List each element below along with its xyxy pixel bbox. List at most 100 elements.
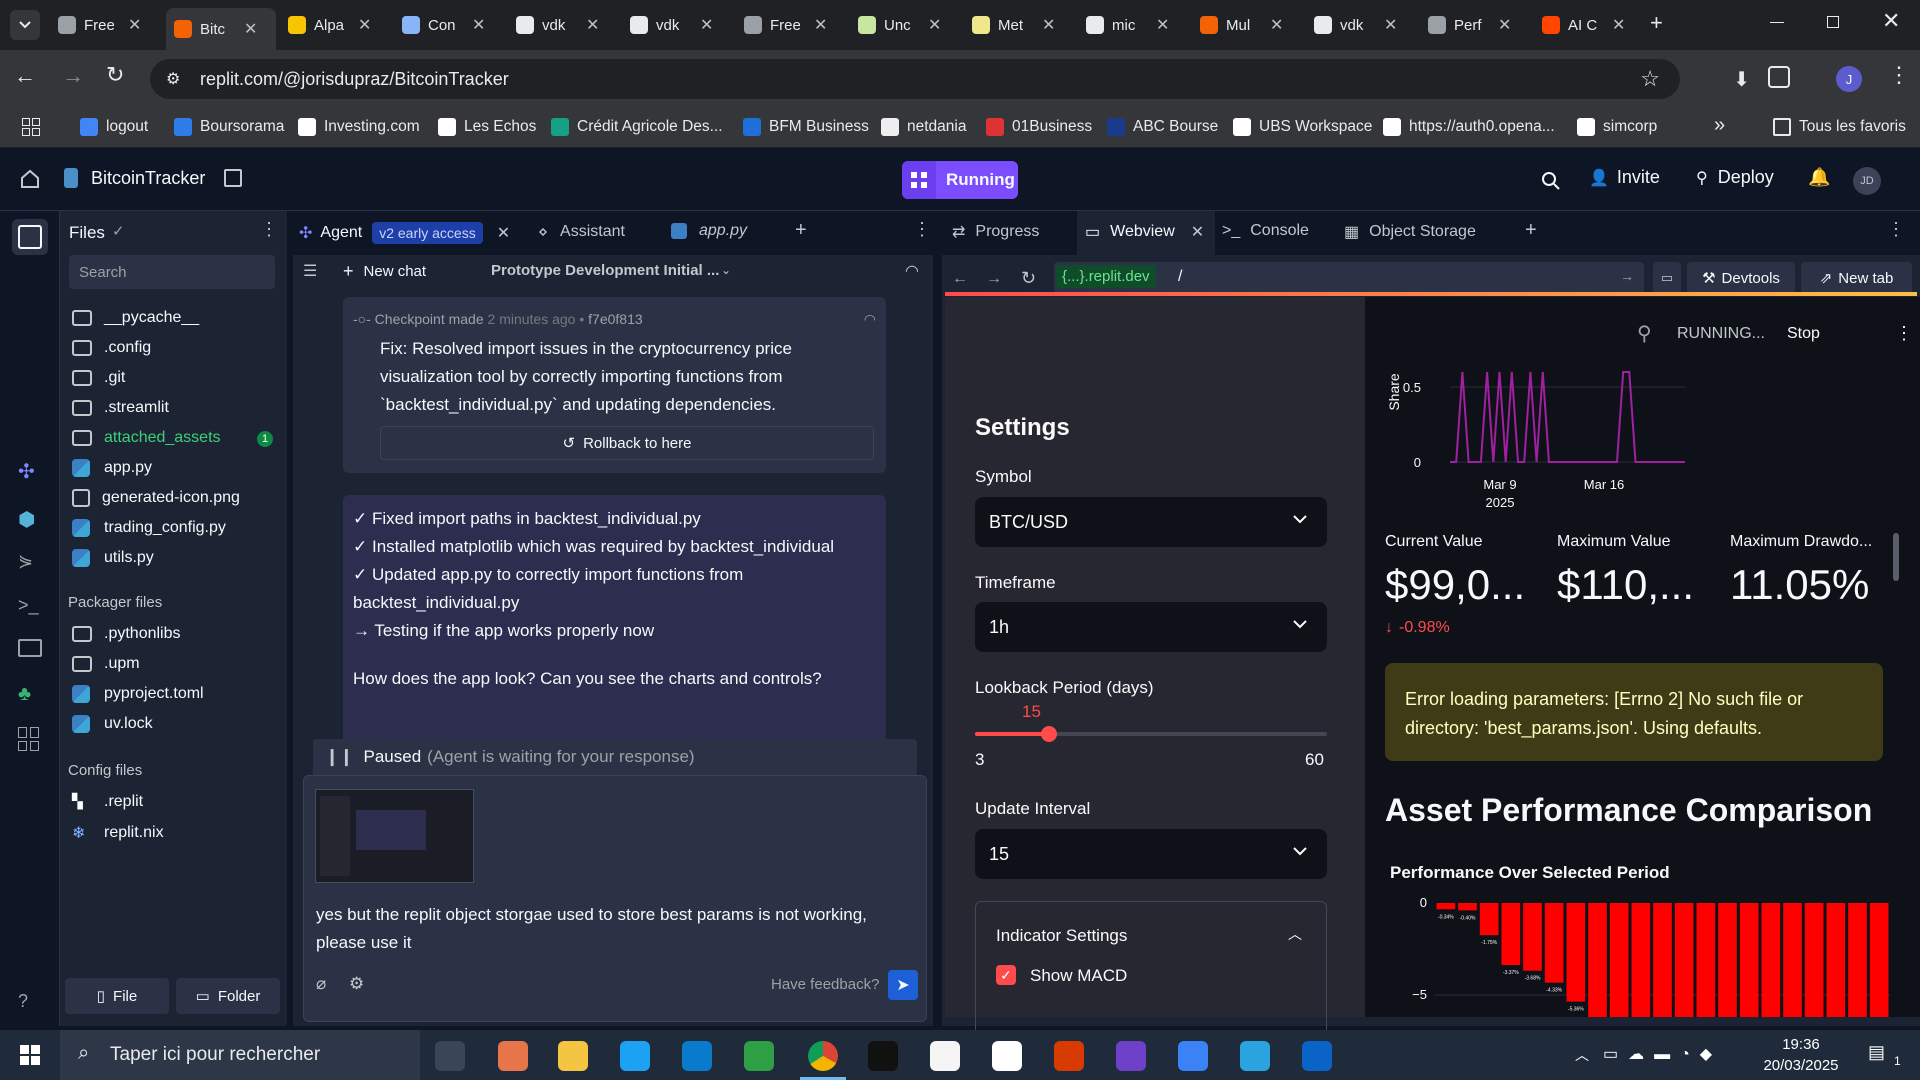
timeframe-select[interactable]: 1h (975, 602, 1327, 652)
bookmark-item[interactable]: netdania (881, 118, 966, 136)
file-tree-item[interactable]: generated-icon.png (72, 489, 240, 507)
add-tab-icon[interactable]: + (795, 219, 807, 242)
attach-paperclip-icon[interactable]: ⌀ (316, 974, 326, 994)
more-bookmarks-icon[interactable]: » (1714, 114, 1725, 137)
browser-tab[interactable]: Met ✕ (964, 8, 1074, 42)
file-tree-item[interactable]: __pycache__ (72, 309, 199, 327)
tab-agent[interactable]: ✣ Agent v2 early access ✕ (299, 222, 510, 244)
browser-tab[interactable]: Bitc ✕ (166, 8, 276, 50)
file-tree-item[interactable]: .upm (72, 655, 140, 673)
clock-time[interactable]: 19:36 (1766, 1036, 1836, 1053)
address-bar[interactable]: ⚙ replit.com/@jorisdupraz/BitcoinTracker… (150, 59, 1750, 99)
close-tab-icon[interactable]: ✕ (1042, 15, 1055, 35)
settings-gear-icon[interactable]: ⚙ (349, 974, 364, 994)
deploy-button[interactable]: ⚲ Deploy (1696, 167, 1774, 188)
file-tree-item[interactable]: app.py (72, 459, 152, 477)
close-tab-icon[interactable]: ✕ (128, 15, 141, 35)
claude-app-icon[interactable] (498, 1041, 528, 1071)
close-tab-icon[interactable]: ✕ (244, 19, 257, 39)
github-desktop-icon[interactable] (992, 1041, 1022, 1071)
close-tab-icon[interactable]: ✕ (1384, 15, 1397, 35)
github-icon[interactable] (1116, 1041, 1146, 1071)
tab-search-button[interactable] (10, 10, 40, 40)
search-input[interactable]: Search (69, 255, 275, 289)
terminal-app-icon[interactable] (744, 1041, 774, 1071)
file-tree-item[interactable]: pyproject.toml (72, 685, 204, 703)
bookmark-item[interactable]: ABC Bourse (1107, 118, 1218, 136)
attached-screenshot-thumbnail[interactable] (315, 789, 474, 883)
new-file-button[interactable]: ▯ File (65, 978, 169, 1014)
device-toggle-icon[interactable]: ▭ (1653, 262, 1681, 294)
project-name[interactable]: BitcoinTracker (91, 168, 205, 189)
close-tab-icon[interactable]: ✕ (1498, 15, 1511, 35)
chat-title-chevron-icon[interactable]: ⌄ (721, 263, 731, 277)
history-list-icon[interactable]: ☰ (303, 261, 317, 281)
file-tree-item[interactable]: trading_config.py (72, 519, 226, 537)
browser-tab[interactable]: Alpa ✕ (280, 8, 390, 42)
bookmark-item[interactable]: simcorp (1577, 118, 1657, 136)
new-chat-button[interactable]: + New chat (343, 261, 426, 282)
close-tab-icon[interactable]: ✕ (586, 15, 599, 35)
project-info-icon[interactable] (224, 169, 242, 187)
bookmark-item[interactable]: Crédit Agricole Des... (551, 118, 723, 136)
close-tab-icon[interactable]: ✕ (358, 15, 371, 35)
file-tree-item[interactable]: uv.lock (72, 715, 153, 733)
task-view-icon[interactable] (435, 1041, 465, 1071)
close-tab-icon[interactable]: ✕ (1191, 222, 1204, 242)
browser-tab[interactable]: AI C ✕ (1534, 8, 1644, 42)
file-tree-item[interactable]: .config (72, 339, 151, 357)
office-365-icon[interactable] (1054, 1041, 1084, 1071)
message-input-area[interactable]: yes but the replit object storgae used t… (303, 775, 927, 1022)
new-folder-button[interactable]: ▭ Folder (176, 978, 280, 1014)
tab-app-py[interactable]: app.py (671, 222, 747, 240)
webview-reload-icon[interactable]: ↻ (1021, 268, 1036, 289)
browser-tab[interactable]: Free ✕ (50, 8, 160, 42)
cursor-app-icon[interactable] (868, 1041, 898, 1071)
chrome-menu-icon[interactable]: ⋮ (1888, 62, 1910, 88)
copilot-app-icon[interactable] (1178, 1041, 1208, 1071)
tab-assistant[interactable]: ⋄ Assistant (538, 222, 625, 242)
streamlit-menu-icon[interactable]: ⋮ (1895, 323, 1913, 344)
close-tab-icon[interactable]: ✕ (814, 15, 827, 35)
checkpoint-gauge-icon[interactable]: ◠ (864, 311, 876, 328)
browser-tab[interactable]: Unc ✕ (850, 8, 960, 42)
close-tab-icon[interactable]: ✕ (1156, 15, 1169, 35)
show-macd-checkbox[interactable]: ✓ (996, 965, 1016, 985)
open-external-arrow-icon[interactable]: → (1620, 268, 1634, 284)
console-tool-icon[interactable]: ⋟ (18, 551, 42, 575)
webview-tool-icon[interactable] (18, 639, 42, 657)
chevron-up-icon[interactable]: ︿ (1288, 924, 1302, 944)
close-tab-icon[interactable]: ✕ (497, 223, 510, 243)
clock-date[interactable]: 20/03/2025 (1760, 1057, 1842, 1074)
git-tool-icon[interactable]: ⬢ (18, 507, 42, 531)
browser-tab[interactable]: vdk ✕ (508, 8, 618, 42)
file-tree-item[interactable]: .git (72, 369, 125, 387)
running-button[interactable]: Running (902, 161, 1018, 199)
shell-tool-icon[interactable]: >_ (18, 595, 42, 619)
browser-tab[interactable]: Free ✕ (736, 8, 846, 42)
file-tree-item[interactable]: .pythonlibs (72, 625, 181, 643)
panel-menu-icon[interactable]: ⋮ (913, 219, 931, 240)
system-tray-icons[interactable]: ▭☁▬◔◆ (1603, 1044, 1722, 1064)
file-tree-item[interactable]: attached_assets (72, 429, 221, 447)
browser-tab[interactable]: Con ✕ (394, 8, 504, 42)
close-tab-icon[interactable]: ✕ (1612, 15, 1625, 35)
indicator-settings-expander[interactable]: Indicator Settings ︿ ✓ Show MACD (975, 901, 1327, 1041)
reload-icon[interactable]: ↻ (106, 62, 124, 88)
webview-back-icon[interactable]: ← (952, 270, 968, 288)
site-info-icon[interactable]: ⚙ (166, 69, 180, 89)
symbol-select[interactable]: BTC/USD (975, 497, 1327, 547)
stop-button[interactable]: Stop (1787, 325, 1820, 343)
new-tab-button[interactable]: ⇗ New tab (1801, 262, 1912, 294)
help-icon[interactable]: ? (18, 991, 42, 1015)
browser-tab[interactable]: vdk ✕ (622, 8, 732, 42)
extensions-icon[interactable] (1768, 66, 1790, 88)
bookmark-item[interactable]: Investing.com (298, 118, 420, 136)
file-tree-item[interactable]: .streamlit (72, 399, 169, 417)
notifications-icon[interactable]: ▤ (1868, 1042, 1885, 1063)
tab-object-storage[interactable]: ▦ Object Storage (1344, 222, 1476, 242)
bookmark-item[interactable]: UBS Workspace (1233, 118, 1372, 136)
back-arrow-icon[interactable]: ← (14, 63, 36, 89)
close-window-icon[interactable]: ✕ (1882, 8, 1900, 34)
webview-url-bar[interactable]: {...}.replit.dev / → (1054, 262, 1644, 294)
